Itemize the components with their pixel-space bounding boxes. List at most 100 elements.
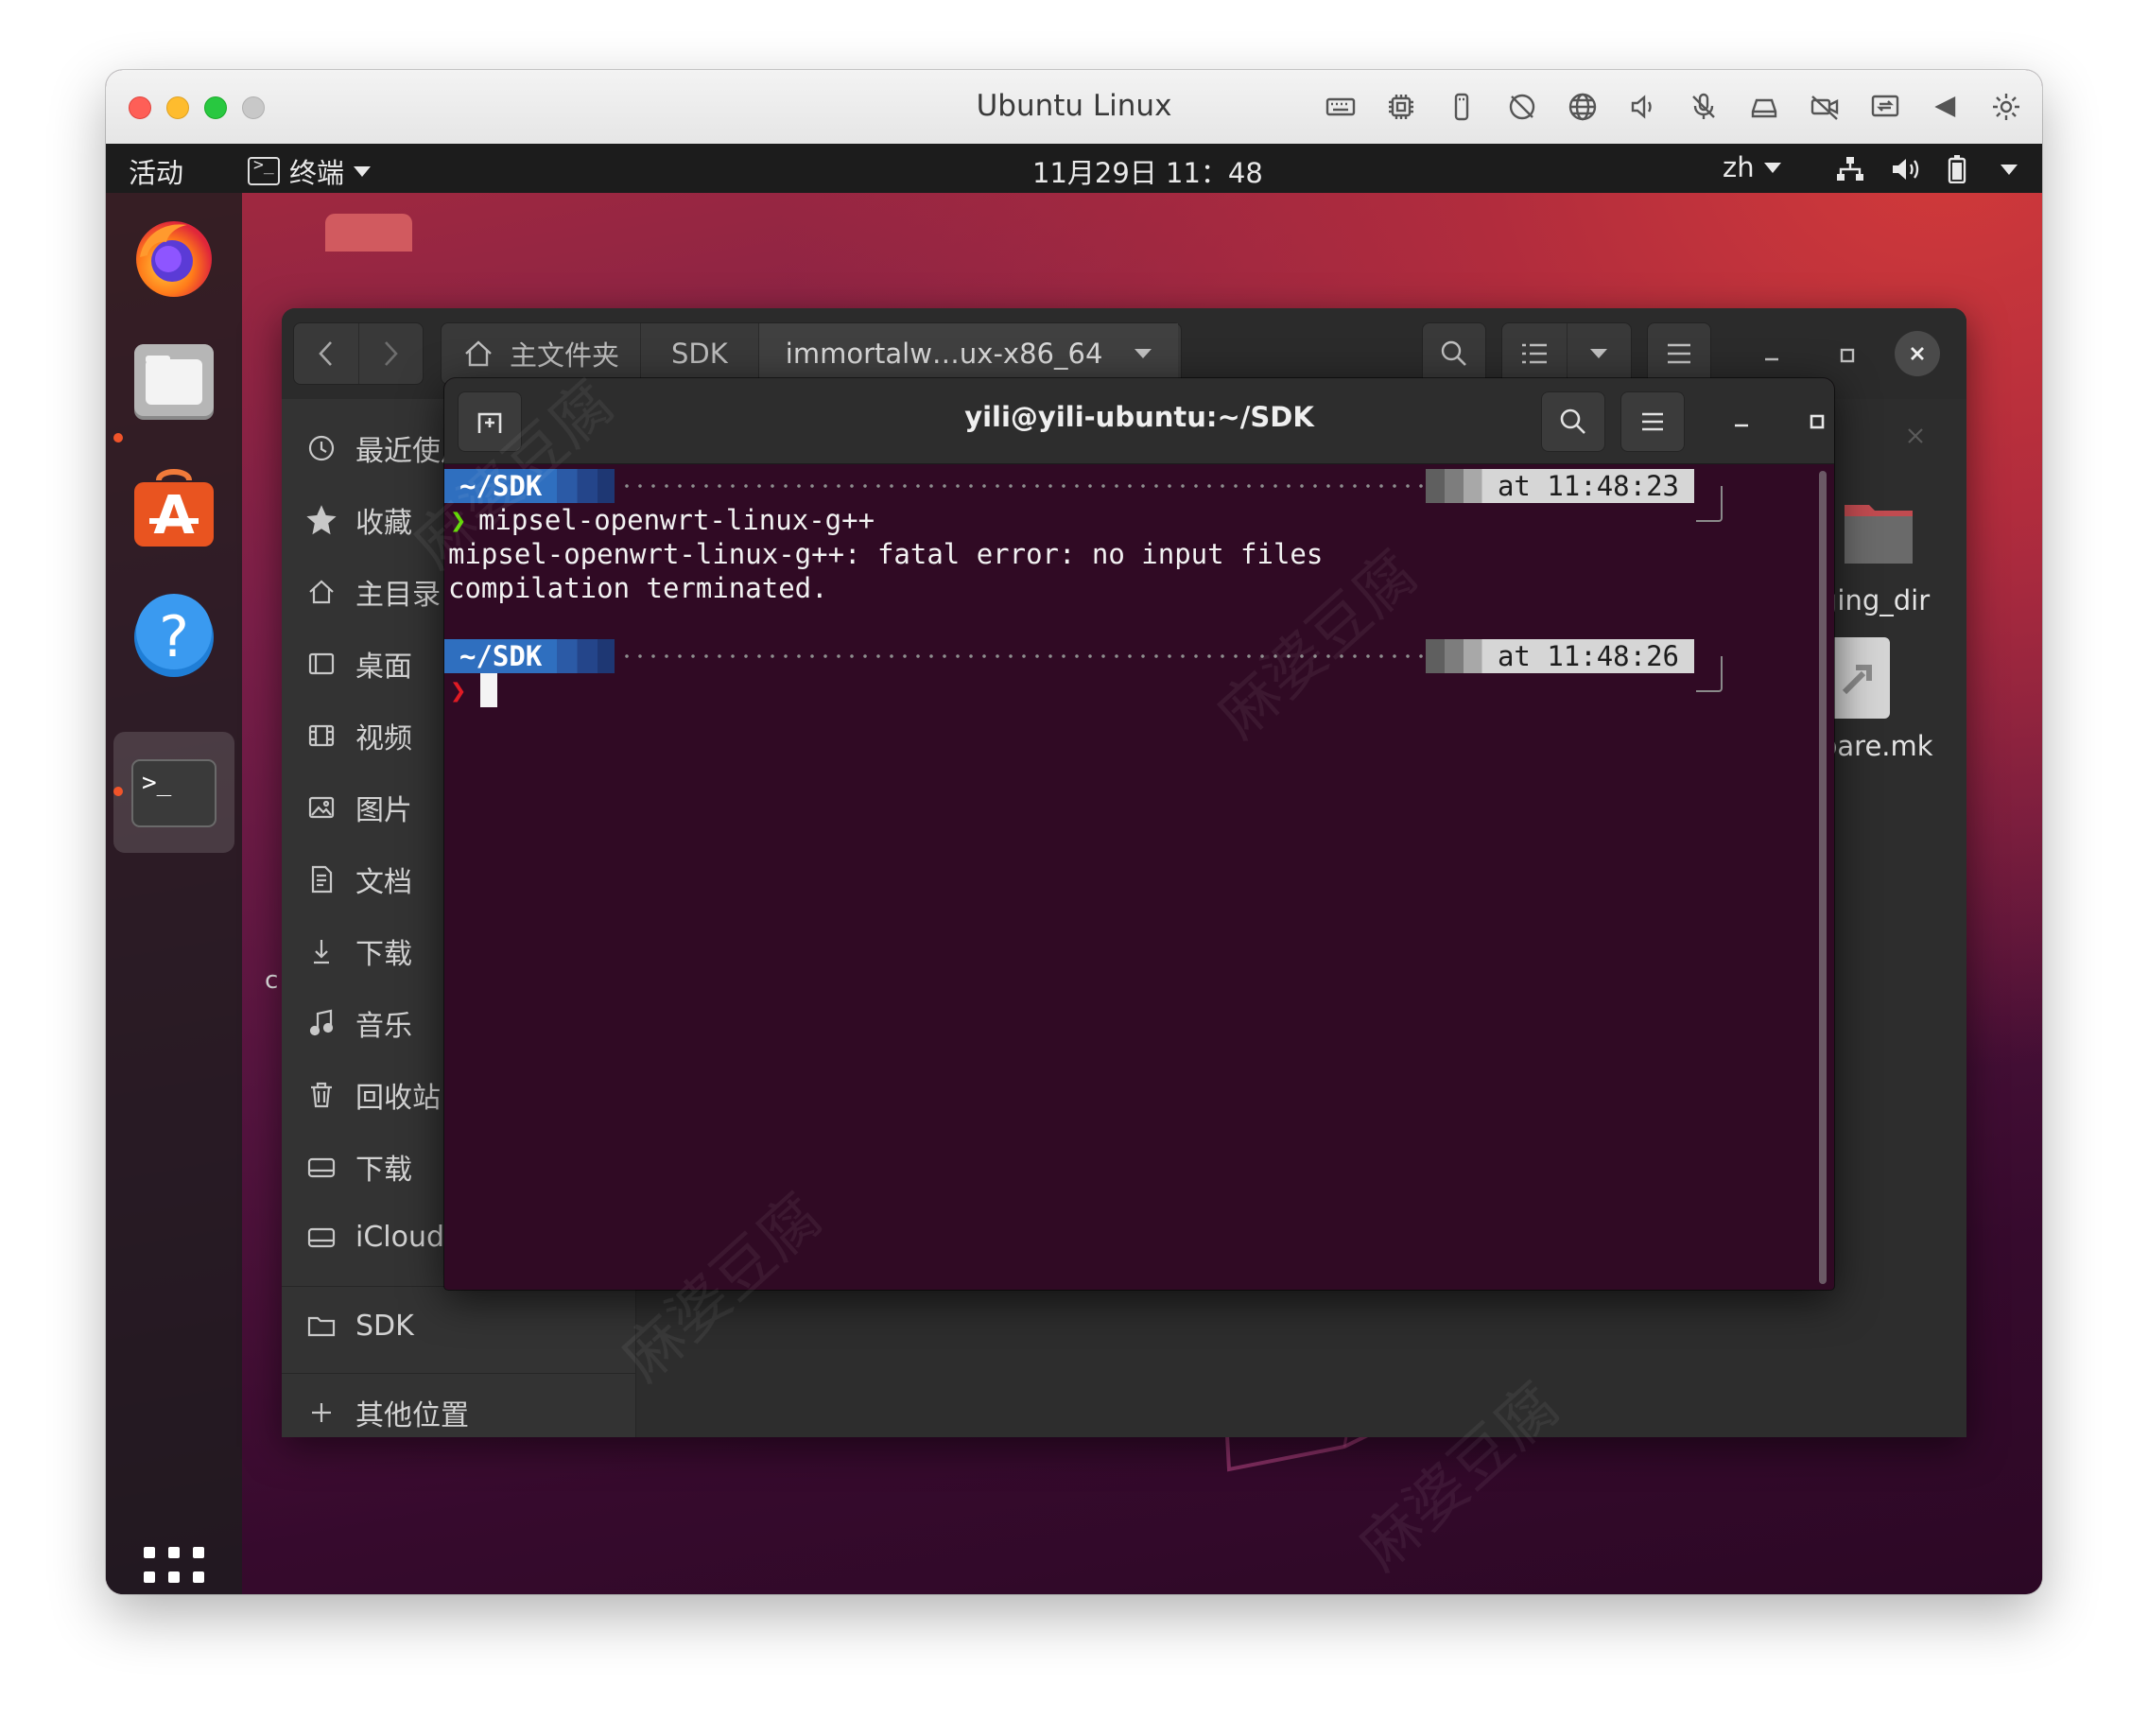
terminal-maximize-button[interactable] [1798, 403, 1834, 441]
help-icon[interactable]: ? [130, 594, 217, 681]
hamburger-icon [1668, 343, 1690, 364]
crumb-current[interactable]: immortalw…ux-x86_64 [758, 323, 1179, 384]
globe-icon[interactable] [1564, 88, 1602, 126]
crumb-sdk-label: SDK [671, 338, 728, 370]
camera-off-icon[interactable] [1503, 88, 1541, 126]
video-off-icon[interactable] [1806, 88, 1844, 126]
gnome-topbar: 活动 >_ 终端 11月29日 11：48 zh [106, 144, 2042, 193]
back-button[interactable] [294, 323, 359, 384]
gear-icon[interactable] [1987, 88, 2025, 126]
crumb-home[interactable]: 主文件夹 [442, 323, 642, 384]
system-menu[interactable] [1836, 155, 2018, 183]
chevron-down-icon [1763, 162, 1781, 173]
crumb-home-label: 主文件夹 [510, 339, 620, 372]
prompt-bracket [1696, 656, 1723, 692]
ubuntu-software-icon[interactable]: A [130, 465, 217, 552]
chevron-down-icon [1135, 349, 1152, 358]
files-close-button[interactable] [1895, 331, 1940, 376]
cpu-icon[interactable] [1382, 88, 1420, 126]
forward-button[interactable] [359, 323, 424, 384]
activities-button[interactable]: 活动 [129, 151, 183, 191]
maximize-icon [1810, 414, 1825, 429]
files-menu-button[interactable] [1647, 322, 1711, 385]
crumb-sdk[interactable]: SDK [641, 323, 759, 384]
disk-icon[interactable] [1745, 88, 1783, 126]
sidebar-item-label: 下载 [355, 1154, 412, 1187]
list-icon [1521, 343, 1547, 364]
drive-icon [307, 1157, 336, 1178]
sidebar-item-videos[interactable]: 视频 [306, 711, 412, 760]
sidebar-item-starred[interactable]: 收藏 [306, 495, 412, 545]
firefox-icon[interactable] [130, 212, 217, 299]
share-screen-icon[interactable] [1866, 88, 1904, 126]
prompt-chevron-error: ❯ [450, 674, 467, 706]
app-menu-label: 终端 [289, 157, 345, 189]
plus-icon [312, 1403, 331, 1422]
files-minimize-button[interactable] [1753, 337, 1791, 374]
sidebar-item-label: 收藏 [355, 507, 412, 540]
prompt-time-segment: at 11:48:26 [1426, 639, 1694, 673]
chevron-down-icon [354, 165, 372, 177]
keyboard-icon[interactable] [1322, 88, 1360, 126]
clock[interactable]: 11月29日 11：48 [1032, 151, 1263, 191]
back-arrow-icon[interactable] [1927, 88, 1965, 126]
sidebar-item-icloud[interactable]: iCloud [306, 1212, 444, 1261]
sidebar-item-label: 文档 [355, 866, 412, 899]
prompt-filler-dots [620, 484, 1465, 488]
show-applications-button[interactable] [144, 1547, 204, 1594]
sidebar-item-other-locations[interactable]: 其他位置 [306, 1388, 469, 1437]
sidebar-item-label: 视频 [355, 722, 412, 755]
sidebar-item-sdk[interactable]: SDK [306, 1301, 414, 1350]
film-icon [308, 724, 335, 747]
files-maximize-button[interactable] [1828, 337, 1866, 374]
terminal-menu-button[interactable] [1620, 391, 1685, 452]
speaker-icon[interactable] [1624, 88, 1662, 126]
files-icon[interactable] [130, 339, 217, 425]
activities-label: 活动 [129, 157, 184, 189]
terminal-icon[interactable]: >_ [130, 749, 217, 836]
command-text: mipsel-openwrt-linux-g++ [478, 504, 875, 536]
terminal-scrollbar[interactable] [1819, 471, 1827, 1284]
view-options-button[interactable] [1568, 323, 1632, 384]
usb-icon[interactable] [1443, 88, 1481, 126]
sidebar-item-downloads[interactable]: 下载 [306, 927, 412, 976]
sidebar-item-label: 回收站 [355, 1082, 441, 1115]
terminal-output[interactable]: ~/SDK at 11:48:23 ❯ mipsel-openwrt-linux… [444, 463, 1834, 1290]
drive-icon [307, 1227, 336, 1248]
sidebar-item-label: 图片 [355, 794, 412, 827]
app-menu[interactable]: >_ 终端 [248, 151, 372, 191]
battery-icon [1948, 155, 1966, 183]
search-button[interactable] [1422, 322, 1486, 385]
image-icon [308, 796, 335, 819]
minimize-icon [1735, 424, 1748, 427]
terminal-minimize-button[interactable] [1723, 403, 1760, 441]
terminal-search-button[interactable] [1541, 391, 1605, 452]
chevron-right-icon [385, 341, 399, 366]
sidebar-item-pictures[interactable]: 图片 [306, 783, 412, 832]
folder-icon [1845, 505, 1913, 564]
prompt-filler-dots [620, 654, 1465, 658]
volume-icon [1893, 159, 1919, 180]
minimize-icon [1765, 357, 1778, 361]
close-tab-icon[interactable] [1903, 424, 1931, 452]
list-view-button[interactable] [1502, 323, 1568, 384]
search-icon [1441, 340, 1466, 366]
prompt-line: ~/SDK at 11:48:23 [444, 469, 1758, 522]
sidebar-item-home[interactable]: 主目录 [306, 567, 441, 616]
running-indicator [113, 433, 123, 443]
desktop-folder-icon[interactable] [325, 214, 412, 252]
sidebar-item-desktop[interactable]: 桌面 [306, 639, 412, 688]
sidebar-item-music[interactable]: 音乐 [306, 998, 412, 1048]
terminal-window: yili@yili-ubuntu:~/SDK ~/SDK at 11:48:23… [444, 378, 1834, 1290]
hamburger-icon [1642, 412, 1663, 431]
document-icon [311, 865, 333, 894]
sidebar-item-documents[interactable]: 文档 [306, 855, 412, 904]
sidebar-item-label: iCloud [355, 1220, 445, 1254]
script-file-icon [1828, 637, 1890, 719]
clock-label: 11月29日 11：48 [1032, 157, 1263, 189]
sidebar-item-download-drive[interactable]: 下载 [306, 1142, 412, 1191]
sidebar-item-trash[interactable]: 回收站 [306, 1070, 441, 1120]
input-method-menu[interactable]: zh [1723, 151, 1781, 183]
lang-label: zh [1723, 151, 1755, 183]
mic-icon[interactable] [1685, 88, 1723, 126]
